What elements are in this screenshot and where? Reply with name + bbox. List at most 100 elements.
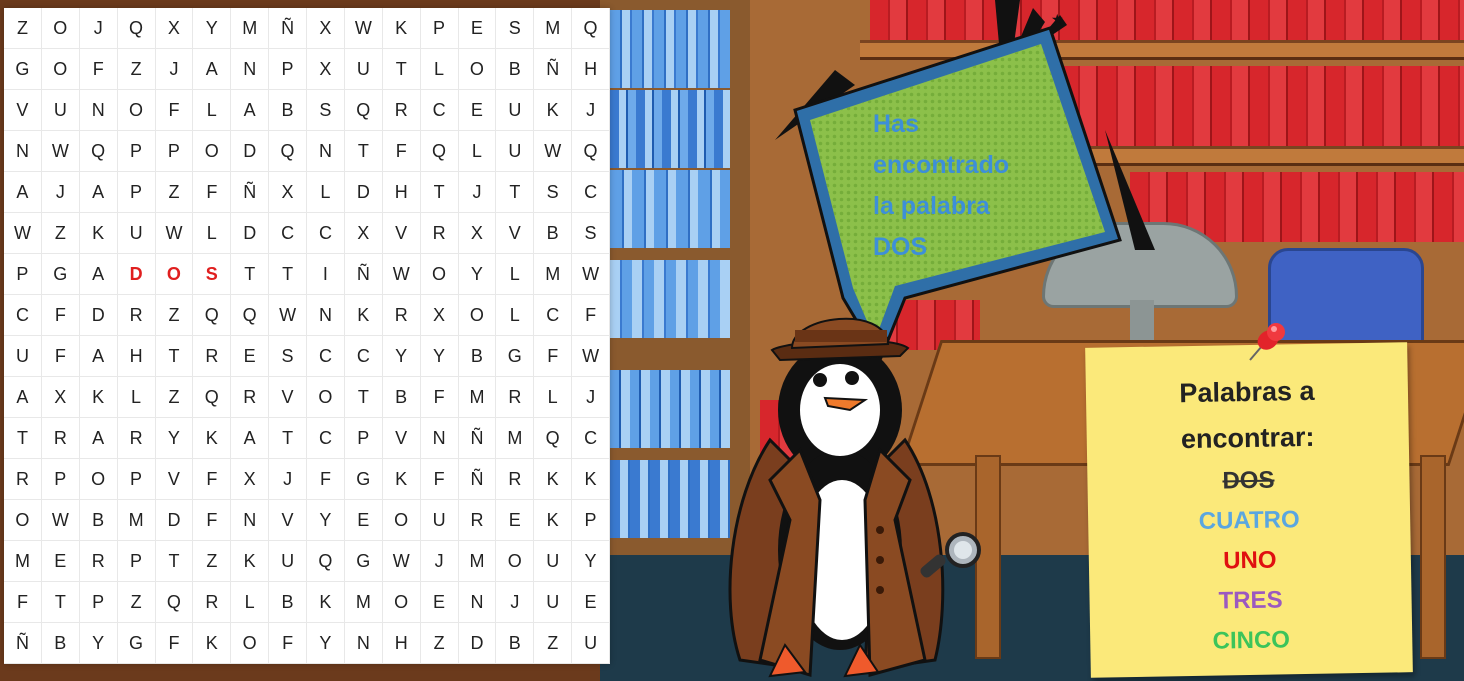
grid-cell[interactable]: Y [155,418,194,459]
grid-cell[interactable]: A [79,336,118,377]
grid-cell[interactable]: V [155,459,194,500]
grid-cell[interactable]: O [458,49,497,90]
grid-cell[interactable]: Y [382,336,421,377]
grid-cell[interactable]: A [231,418,270,459]
grid-cell[interactable]: K [79,213,118,254]
grid-cell[interactable]: F [193,172,232,213]
grid-cell[interactable]: W [155,213,194,254]
grid-cell[interactable]: C [307,418,345,459]
grid-cell[interactable]: B [269,90,307,131]
grid-cell[interactable]: V [269,500,307,541]
grid-cell[interactable]: K [534,459,573,500]
grid-cell[interactable]: K [344,295,383,336]
grid-cell[interactable]: W [344,8,383,49]
grid-cell[interactable]: K [231,541,270,582]
grid-cell[interactable]: O [41,49,80,90]
grid-cell[interactable]: D [155,500,194,541]
grid-cell[interactable]: R [496,377,535,418]
grid-cell[interactable]: M [117,500,156,541]
grid-cell[interactable]: P [420,8,459,49]
grid-cell[interactable]: Ñ [534,49,573,90]
grid-cell[interactable]: F [420,459,459,500]
grid-cell[interactable]: J [496,582,535,623]
grid-cell[interactable]: F [420,377,459,418]
grid-cell[interactable]: S [307,90,345,131]
grid-cell[interactable]: W [4,213,42,254]
grid-cell[interactable]: P [117,459,156,500]
grid-cell[interactable]: B [534,213,573,254]
grid-cell[interactable]: R [117,295,156,336]
grid-cell[interactable]: U [269,541,307,582]
grid-cell[interactable]: D [458,623,497,664]
grid-cell[interactable]: E [458,90,497,131]
grid-cell[interactable]: E [420,582,459,623]
grid-cell[interactable]: X [155,8,194,49]
grid-cell[interactable]: D [231,213,270,254]
grid-cell[interactable]: C [420,90,459,131]
grid-cell[interactable]: F [41,336,80,377]
grid-cell[interactable]: L [496,254,535,295]
grid-cell[interactable]: N [307,295,345,336]
grid-cell[interactable]: Ñ [458,459,497,500]
grid-cell[interactable]: L [117,377,156,418]
grid-cell[interactable]: Y [193,8,232,49]
grid-cell[interactable]: R [4,459,42,500]
grid-cell[interactable]: T [155,336,194,377]
grid-cell[interactable]: Q [193,377,232,418]
grid-cell[interactable]: P [572,500,610,541]
grid-cell[interactable]: L [458,131,497,172]
grid-cell[interactable]: J [155,49,194,90]
grid-cell[interactable]: T [155,541,194,582]
grid-cell[interactable]: J [420,541,459,582]
grid-cell[interactable]: P [155,131,194,172]
grid-cell[interactable]: Y [307,500,345,541]
grid-cell[interactable]: F [382,131,421,172]
grid-cell[interactable]: Z [534,623,573,664]
grid-cell[interactable]: E [496,500,535,541]
grid-cell[interactable]: V [269,377,307,418]
grid-cell[interactable]: W [41,131,80,172]
grid-cell[interactable]: E [231,336,270,377]
grid-cell[interactable]: O [458,295,497,336]
grid-cell[interactable]: G [344,541,383,582]
grid-cell[interactable]: P [117,172,156,213]
grid-cell[interactable]: Z [117,582,156,623]
grid-cell[interactable]: X [344,213,383,254]
grid-cell[interactable]: Q [307,541,345,582]
grid-cell[interactable]: T [496,172,535,213]
grid-cell[interactable]: U [572,623,610,664]
grid-cell[interactable]: B [79,500,118,541]
grid-cell[interactable]: F [155,90,194,131]
grid-cell[interactable]: Z [420,623,459,664]
grid-cell[interactable]: U [41,90,80,131]
grid-cell[interactable]: T [344,377,383,418]
grid-cell[interactable]: C [269,213,307,254]
grid-cell[interactable]: F [572,295,610,336]
grid-cell[interactable]: U [344,49,383,90]
grid-cell[interactable]: K [382,8,421,49]
grid-cell[interactable]: R [117,418,156,459]
grid-cell[interactable]: X [420,295,459,336]
grid-cell[interactable]: F [41,295,80,336]
grid-cell[interactable]: M [458,377,497,418]
grid-cell[interactable]: T [269,418,307,459]
grid-cell[interactable]: N [231,49,270,90]
grid-cell[interactable]: J [572,90,610,131]
grid-cell[interactable]: X [41,377,80,418]
grid-cell[interactable]: Z [193,541,232,582]
grid-cell[interactable]: Ñ [344,254,383,295]
grid-cell[interactable]: P [79,582,118,623]
grid-cell[interactable]: W [572,336,610,377]
grid-cell[interactable]: L [307,172,345,213]
grid-cell[interactable]: J [458,172,497,213]
grid-cell[interactable]: M [344,582,383,623]
grid-cell[interactable]: Ñ [458,418,497,459]
grid-cell[interactable]: Z [4,8,42,49]
grid-cell[interactable]: E [572,582,610,623]
grid-cell[interactable]: K [193,623,232,664]
grid-cell[interactable]: T [4,418,42,459]
grid-cell[interactable]: V [382,418,421,459]
grid-cell[interactable]: O [231,623,270,664]
grid-cell[interactable]: W [534,131,573,172]
grid-cell[interactable]: S [572,213,610,254]
